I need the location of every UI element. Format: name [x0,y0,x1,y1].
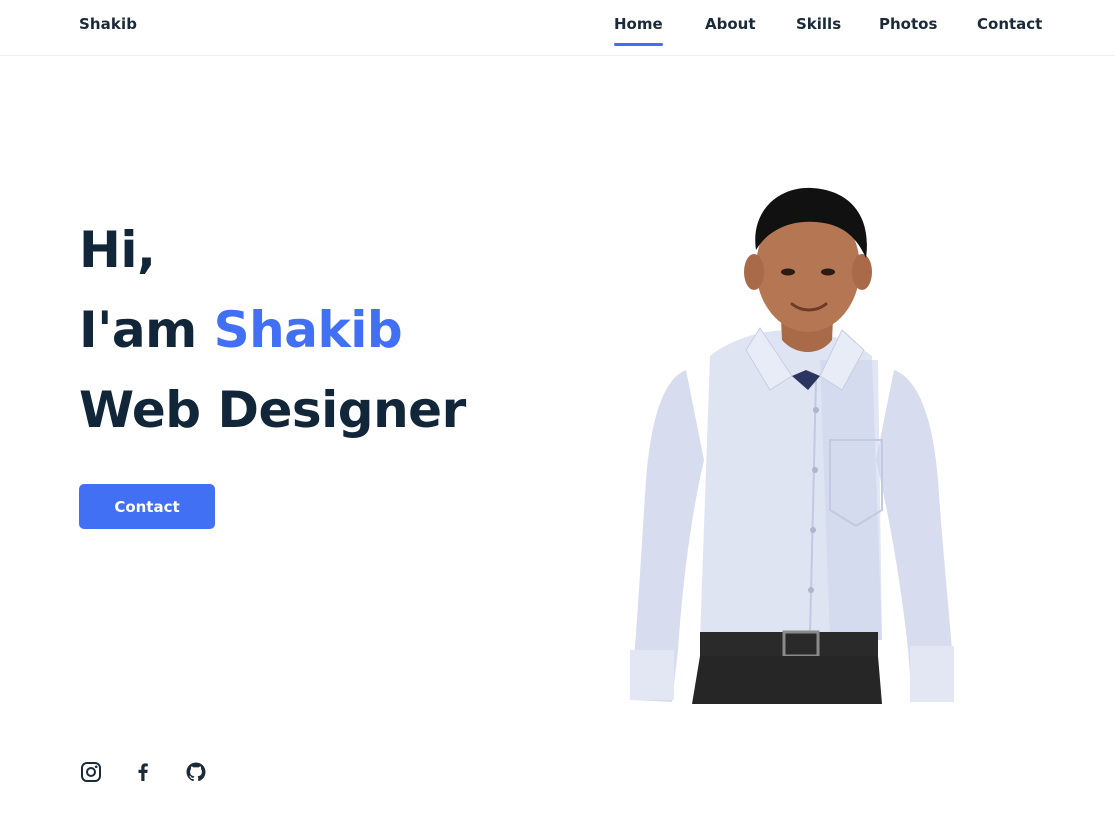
hero-role: Web Designer [79,381,466,439]
hero-heading: Hi, I'am Shakib Web Designer [79,210,559,450]
nav-contact[interactable]: Contact [977,15,1042,33]
site-header: Shakib Home About Skills Photos Contact [0,0,1115,56]
nav-about[interactable]: About [705,15,756,33]
profile-photo [630,187,954,704]
contact-button[interactable]: Contact [79,484,215,529]
hero-greeting: Hi, [79,221,156,279]
nav-home[interactable]: Home [614,15,663,46]
github-icon[interactable] [184,760,208,784]
hero-name: Shakib [213,301,403,359]
nav-photos[interactable]: Photos [879,15,937,33]
instagram-icon[interactable] [79,760,103,784]
hero-intro: I'am Shakib [79,290,559,370]
nav-skills[interactable]: Skills [796,15,841,33]
main-nav: Home About Skills Photos Contact [0,15,1115,55]
facebook-icon[interactable] [131,760,155,784]
hero-intro-prefix: I'am [79,301,214,359]
